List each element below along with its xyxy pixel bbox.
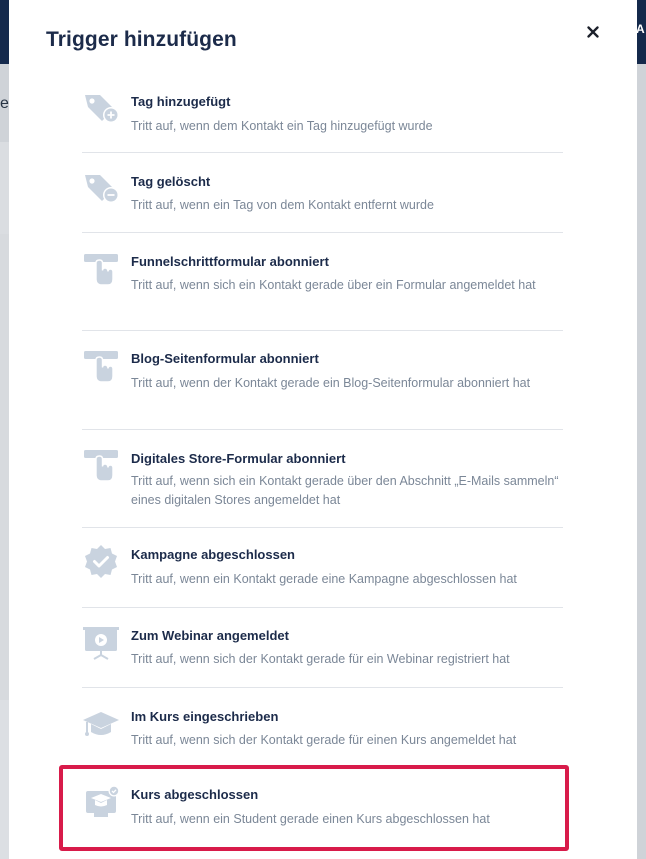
trigger-item[interactable]: Zum Webinar angemeldet Tritt auf, wenn si… (82, 608, 563, 688)
add-trigger-modal: Trigger hinzufügen Tag hinzugefügt Tritt … (9, 0, 637, 859)
trigger-title: Im Kurs eingeschrieben (131, 709, 279, 724)
trigger-item[interactable]: Blog-Seitenformular abonniert Tritt auf, … (82, 331, 563, 430)
trigger-item[interactable]: Tag gelöscht Tritt auf, wenn ein Tag von … (82, 153, 563, 233)
trigger-title: Zum Webinar angemeldet (131, 628, 289, 643)
trigger-item[interactable]: Kampagne abgeschlossen Tritt auf, wenn ei… (82, 528, 563, 608)
trigger-title: Kampagne abgeschlossen (131, 547, 295, 562)
trigger-description: Tritt auf, wenn sich der Kontakt gerade … (131, 733, 517, 747)
close-button[interactable] (582, 21, 604, 43)
tag-add-icon (82, 90, 120, 128)
close-icon[interactable] (587, 26, 599, 38)
trigger-description: Tritt auf, wenn der Kontakt gerade ein B… (131, 376, 531, 390)
trigger-description: Tritt auf, wenn sich ein Kontakt gerade … (131, 474, 559, 507)
trigger-title: Funnelschrittformular abonniert (131, 254, 329, 269)
trigger-item[interactable]: Tag hinzugefügt Tritt auf, wenn dem Konta… (82, 80, 563, 153)
trigger-title: Digitales Store-Formular abonniert (131, 451, 346, 466)
form-click-icon (82, 348, 120, 386)
trigger-title: Kurs abgeschlossen (131, 787, 259, 802)
badge-check-icon (82, 543, 120, 581)
trigger-list: Tag hinzugefügt Tritt auf, wenn dem Konta… (82, 80, 563, 847)
trigger-description: Tritt auf, wenn sich der Kontakt gerade … (131, 652, 510, 666)
trigger-item[interactable]: Funnelschrittformular abonniert Tritt auf… (82, 233, 563, 331)
trigger-description: Tritt auf, wenn ein Tag von dem Kontakt … (131, 198, 434, 212)
tag-remove-icon (82, 170, 120, 208)
form-click-icon (82, 251, 120, 289)
background-page-right (637, 64, 646, 859)
trigger-description: Tritt auf, wenn ein Student gerade einen… (131, 812, 490, 826)
background-topbar-text: A (636, 22, 645, 36)
trigger-description: Tritt auf, wenn dem Kontakt ein Tag hinz… (131, 119, 433, 133)
trigger-title: Blog-Seitenformular abonniert (131, 351, 319, 366)
course-complete-icon (82, 783, 120, 821)
trigger-title: Tag hinzugefügt (131, 94, 231, 109)
webinar-screen-icon (82, 625, 120, 663)
trigger-item[interactable]: Im Kurs eingeschrieben Tritt auf, wenn si… (82, 688, 563, 767)
modal-title: Trigger hinzufügen (46, 28, 237, 51)
trigger-description: Tritt auf, wenn ein Kontakt gerade eine … (131, 572, 517, 586)
trigger-item[interactable]: Digitales Store-Formular abonniert Tritt … (82, 430, 563, 528)
trigger-item[interactable]: Kurs abgeschlossen Tritt auf, wenn ein St… (82, 767, 563, 847)
form-click-icon (82, 447, 120, 485)
graduation-cap-icon (82, 706, 120, 744)
trigger-title: Tag gelöscht (131, 174, 211, 189)
trigger-description: Tritt auf, wenn sich ein Kontakt gerade … (131, 278, 536, 292)
